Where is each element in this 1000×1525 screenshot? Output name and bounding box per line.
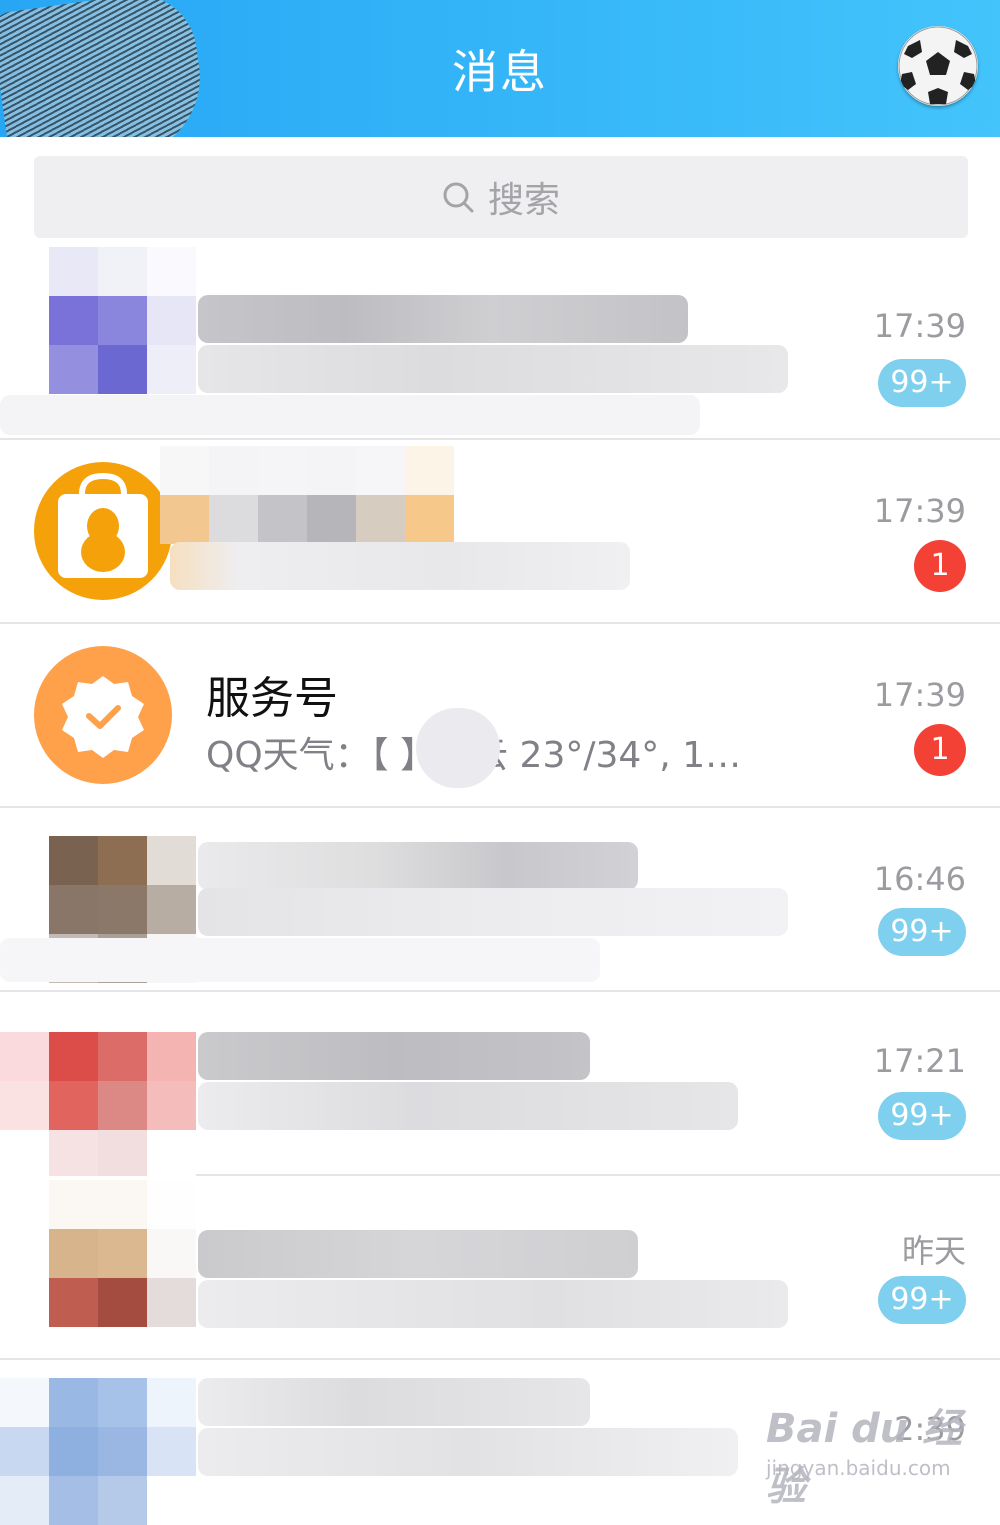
redacted-preview [198,1280,788,1328]
service-account-avatar [34,646,172,784]
message-time: 17:39 [873,676,966,714]
message-time: 17:39 [873,492,966,530]
shopping-bag-penguin-icon [58,472,148,578]
conversation-row[interactable]: 17:39 99+ [0,247,1000,440]
pixelated-avatar [0,1032,196,1179]
redacted-preview [170,542,630,590]
redacted-smear [0,938,600,982]
unread-badge: 99+ [878,1276,966,1324]
unread-badge: 99+ [878,908,966,956]
watermark-url: jingyan.baidu.com [766,1456,951,1480]
redacted-preview [198,1082,738,1130]
pixelated-avatar [49,247,196,394]
pixelated-name [160,446,454,544]
search-icon [443,182,474,213]
redacted-name [198,1230,638,1278]
message-time: 17:39 [873,307,966,345]
unread-badge: 99+ [878,359,966,407]
conversation-row[interactable]: 17:21 99+ [0,992,1000,1179]
conversation-row[interactable]: 16:46 99+ [0,808,1000,992]
redacted-name [198,842,638,890]
soccer-ball-icon[interactable] [898,26,978,106]
message-time: 16:46 [873,860,966,898]
search-bar[interactable]: 搜索 [34,156,968,238]
conversation-name: 服务号 [206,673,338,724]
conversation-row[interactable]: 17:39 1 [0,440,1000,624]
redacted-name [198,295,688,343]
verified-badge-icon [62,676,144,758]
search-placeholder: 搜索 [487,180,560,221]
redacted-name [198,1378,590,1426]
redacted-preview [198,345,788,393]
pixelated-avatar [0,1378,196,1525]
pixelated-avatar [49,1180,196,1327]
message-time: 17:21 [873,1042,966,1080]
redacted-preview [198,888,788,936]
conversation-row[interactable]: 昨天 99+ [0,1176,1000,1360]
qq-shop-avatar [34,462,172,600]
message-time: 昨天 [901,1232,966,1270]
page-title: 消息 [452,45,548,99]
unread-badge: 99+ [878,1092,966,1140]
redacted-preview [198,1428,738,1476]
redacted-smear [0,395,700,435]
redacted-name [198,1032,590,1080]
title-bar: 消息 [0,0,1000,174]
conversation-row-service[interactable]: 服务号 QQ天气：【 】多云 23°/34°, 1… 17:39 1 [0,624,1000,808]
unread-badge: 1 [914,540,966,592]
redacted-city [416,708,500,788]
unread-badge: 1 [914,724,966,776]
baidu-watermark: Bai du 经验 [766,1406,963,1510]
